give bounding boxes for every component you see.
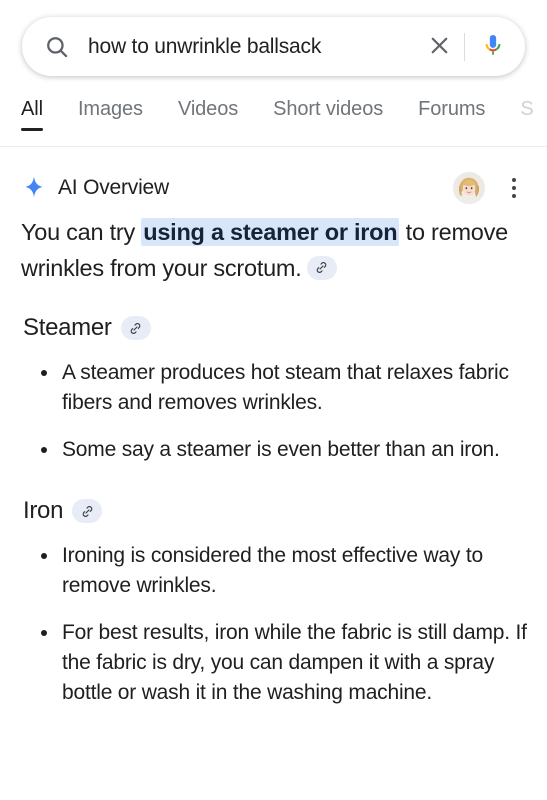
tabs-divider xyxy=(0,146,547,147)
list-item: Ironing is considered the most effective… xyxy=(21,541,527,601)
section-title-text: Steamer xyxy=(23,314,112,341)
section-heading-iron: Iron xyxy=(23,495,527,527)
summary-highlight: using a steamer or iron xyxy=(141,218,400,246)
tab-videos[interactable]: Videos xyxy=(178,96,238,131)
section-heading-steamer: Steamer xyxy=(23,312,527,344)
clear-search-button[interactable] xyxy=(416,17,462,76)
search-input[interactable] xyxy=(70,17,416,76)
summary-text-before: You can try xyxy=(21,219,142,245)
bullet-list-steamer: A steamer produces hot steam that relaxe… xyxy=(21,358,527,465)
tab-short-videos[interactable]: Short videos xyxy=(273,96,383,131)
search-bar[interactable] xyxy=(22,17,525,76)
section-title-text: Iron xyxy=(23,497,64,524)
search-icon xyxy=(44,34,70,60)
list-item: A steamer produces hot steam that relaxe… xyxy=(21,358,527,418)
tab-images[interactable]: Images xyxy=(78,96,143,131)
list-item: Some say a steamer is even better than a… xyxy=(21,435,527,465)
tab-shopping-partial[interactable]: S xyxy=(520,96,533,131)
ai-overview-content: You can try using a steamer or iron to r… xyxy=(0,214,547,738)
more-options-icon[interactable] xyxy=(499,171,529,205)
search-tabs[interactable]: All Images Videos Short videos Forums S xyxy=(0,96,547,146)
search-divider xyxy=(464,32,465,61)
voice-search-button[interactable] xyxy=(467,17,519,76)
close-icon xyxy=(427,33,452,61)
tab-all[interactable]: All xyxy=(21,96,43,131)
avatar[interactable] xyxy=(453,172,485,204)
sparkle-icon xyxy=(21,175,47,201)
link-icon[interactable] xyxy=(306,255,337,280)
ai-overview-header: AI Overview xyxy=(0,166,547,210)
bullet-list-iron: Ironing is considered the most effective… xyxy=(21,541,527,708)
ai-overview-title: AI Overview xyxy=(58,176,169,199)
microphone-icon xyxy=(480,32,506,61)
link-icon[interactable] xyxy=(72,499,103,523)
list-item: For best results, iron while the fabric … xyxy=(21,618,527,708)
ai-overview-summary: You can try using a steamer or iron to r… xyxy=(21,214,527,286)
link-icon[interactable] xyxy=(120,316,151,340)
search-box[interactable] xyxy=(22,17,525,76)
tab-forums[interactable]: Forums xyxy=(418,96,485,131)
